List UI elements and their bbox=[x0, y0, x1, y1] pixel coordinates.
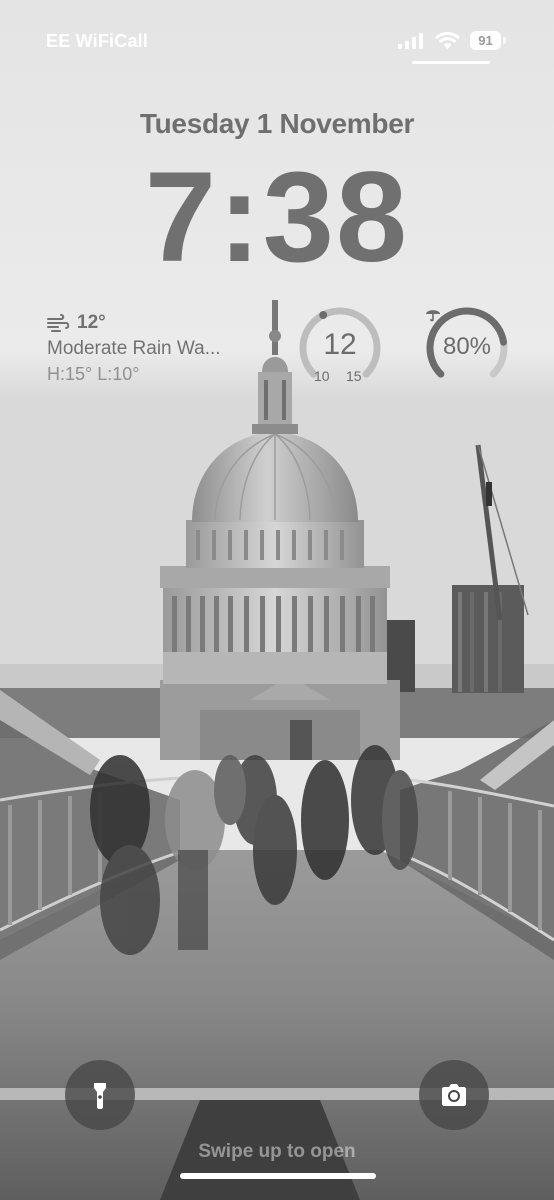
camera-icon bbox=[442, 1084, 466, 1106]
weather-widget[interactable]: 12° Moderate Rain Wa... H:15° L:10° bbox=[47, 310, 257, 385]
wifi-icon bbox=[435, 31, 460, 49]
battery-icon: 91 bbox=[470, 31, 501, 50]
lock-screen-date[interactable]: Tuesday 1 November bbox=[0, 108, 554, 140]
weather-condition: Moderate Rain Wa... bbox=[47, 338, 221, 359]
status-bar: EE WiFiCall 91 bbox=[0, 0, 554, 70]
temperature-gauge-high: 15 bbox=[346, 368, 362, 384]
lock-screen-time[interactable]: 7:38 bbox=[0, 148, 554, 288]
signal-icon bbox=[398, 33, 423, 49]
swipe-up-hint: Swipe up to open bbox=[198, 1141, 356, 1162]
temperature-gauge-widget[interactable]: 12 10 15 bbox=[298, 306, 382, 390]
rain-chance-value: 80% bbox=[442, 333, 492, 360]
rain-chance-widget[interactable]: 80% bbox=[425, 306, 509, 390]
temperature-gauge-low: 10 bbox=[314, 368, 330, 384]
temperature-gauge-current: 12 bbox=[323, 328, 357, 361]
flashlight-icon bbox=[94, 1083, 106, 1109]
camera-button[interactable] bbox=[419, 1060, 489, 1130]
weather-high-low: H:15° L:10° bbox=[47, 364, 140, 384]
battery-terminal bbox=[503, 37, 506, 44]
weather-temperature: 12° bbox=[77, 312, 106, 333]
carrier-name: EE WiFiCall bbox=[46, 31, 149, 51]
wind-icon bbox=[47, 314, 70, 332]
status-indicator-line bbox=[412, 61, 490, 64]
home-indicator[interactable] bbox=[180, 1173, 376, 1179]
temperature-gauge-marker bbox=[319, 311, 328, 320]
umbrella-icon bbox=[426, 310, 440, 322]
flashlight-button[interactable] bbox=[65, 1060, 135, 1130]
